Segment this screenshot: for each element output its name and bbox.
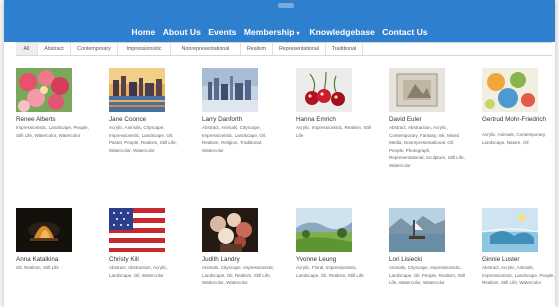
nav-membership-label: Membership [243, 27, 295, 37]
artist-name[interactable]: Anna Katalkina [16, 256, 92, 263]
filter-tab-abstract[interactable]: Abstract [38, 43, 71, 55]
content-sheet: Home About Us Events Membership ▾ Knowled… [4, 0, 555, 307]
artist-name[interactable]: Christy Kill [109, 256, 185, 263]
artist-tags: Acrylic, Impressionistic, Realism, Still… [296, 125, 371, 138]
artist-tags: Abstract, Abstraction, Acrylic, Contempo… [389, 125, 465, 168]
artwork-thumbnail[interactable] [482, 68, 538, 112]
filter-tab-representational[interactable]: Representational [273, 43, 326, 55]
artwork-thumbnail[interactable] [16, 68, 72, 112]
filter-tab-nonrepresentational[interactable]: Nonrepresentational [171, 43, 241, 55]
nav-events-link[interactable]: Events [208, 27, 236, 37]
artist-tags: Acrylic, Floral, Impressionistic, Landsc… [296, 265, 364, 278]
artist-tags: Acrylic, Animals, Contemporary, Landscap… [482, 132, 547, 145]
artwork-thumbnail[interactable] [109, 68, 165, 112]
artist-tags: Acrylic, Animals, Cityscape, Impressioni… [109, 125, 177, 153]
site-logo[interactable] [278, 3, 294, 8]
chevron-down-icon: ▾ [296, 31, 300, 37]
artist-name[interactable]: Ginnie Luster [482, 256, 558, 263]
artist-name[interactable]: Judith Landry [202, 256, 278, 263]
filter-tab-contemporary[interactable]: Contemporary [71, 43, 118, 55]
artist-name[interactable]: Jane Coonce [109, 116, 185, 123]
top-navigation-bar: Home About Us Events Membership ▾ Knowled… [4, 0, 555, 42]
artwork-thumbnail[interactable] [202, 208, 258, 252]
artist-tags: Abstract, Abstraction, Acrylic, Landscap… [109, 265, 168, 278]
artwork-thumbnail[interactable] [202, 68, 258, 112]
artist-name[interactable]: Lori Lisiecki [389, 256, 465, 263]
artist-name[interactable]: Hanna Emrich [296, 116, 372, 123]
nav-membership-menu[interactable]: Membership ▾ [244, 27, 302, 37]
artist-name[interactable]: Yvonne Leung [296, 256, 372, 263]
artwork-thumbnail[interactable] [389, 208, 445, 252]
artist-tags: Animals, Cityscape, Impressionistic, Lan… [202, 265, 275, 286]
filter-tab-traditional[interactable]: Traditional [326, 43, 363, 55]
artist-tags: Animals, Cityscape, Impressionistic, Lan… [389, 265, 465, 286]
artwork-thumbnail[interactable] [482, 208, 538, 252]
artwork-thumbnail[interactable] [389, 68, 445, 112]
artist-tags: Impressionistic, Landscape, People, Stil… [16, 125, 89, 138]
artwork-thumbnail[interactable] [16, 208, 72, 252]
artwork-thumbnail[interactable] [296, 68, 352, 112]
artwork-thumbnail[interactable] [109, 208, 165, 252]
artist-name[interactable]: Renee Alberts [16, 116, 92, 123]
nav-contact-us-link[interactable]: Contact Us [382, 27, 427, 37]
nav-about-us-link[interactable]: About Us [163, 27, 201, 37]
artwork-thumbnail[interactable] [296, 208, 352, 252]
nav-home-link[interactable]: Home [131, 27, 155, 37]
artist-tags: Abstract, Acrylic, Animals, Impressionis… [482, 265, 555, 286]
page-background: Home About Us Events Membership ▾ Knowled… [0, 0, 559, 307]
artist-name[interactable]: David Euler [389, 116, 465, 123]
artist-name[interactable]: Larry Danforth [202, 116, 278, 123]
artist-name[interactable]: Gertrud Mohr-Friedrich [482, 116, 558, 123]
filter-tab-impressionistic[interactable]: Impressionistic [118, 43, 171, 55]
nav-knowledgebase-link[interactable]: Knowledgebase [309, 27, 374, 37]
artist-tags: Abstract, Animals, Cityscape, Impression… [202, 125, 267, 153]
artist-tags: Oil, Realism, Still Life [16, 265, 59, 270]
category-filter-bar: All Abstract Contemporary Impressionisti… [16, 42, 552, 56]
filter-tab-all[interactable]: All [16, 43, 38, 55]
filter-tab-realism[interactable]: Realism [241, 43, 273, 55]
main-menu: Home About Us Events Membership ▾ Knowled… [4, 27, 555, 41]
